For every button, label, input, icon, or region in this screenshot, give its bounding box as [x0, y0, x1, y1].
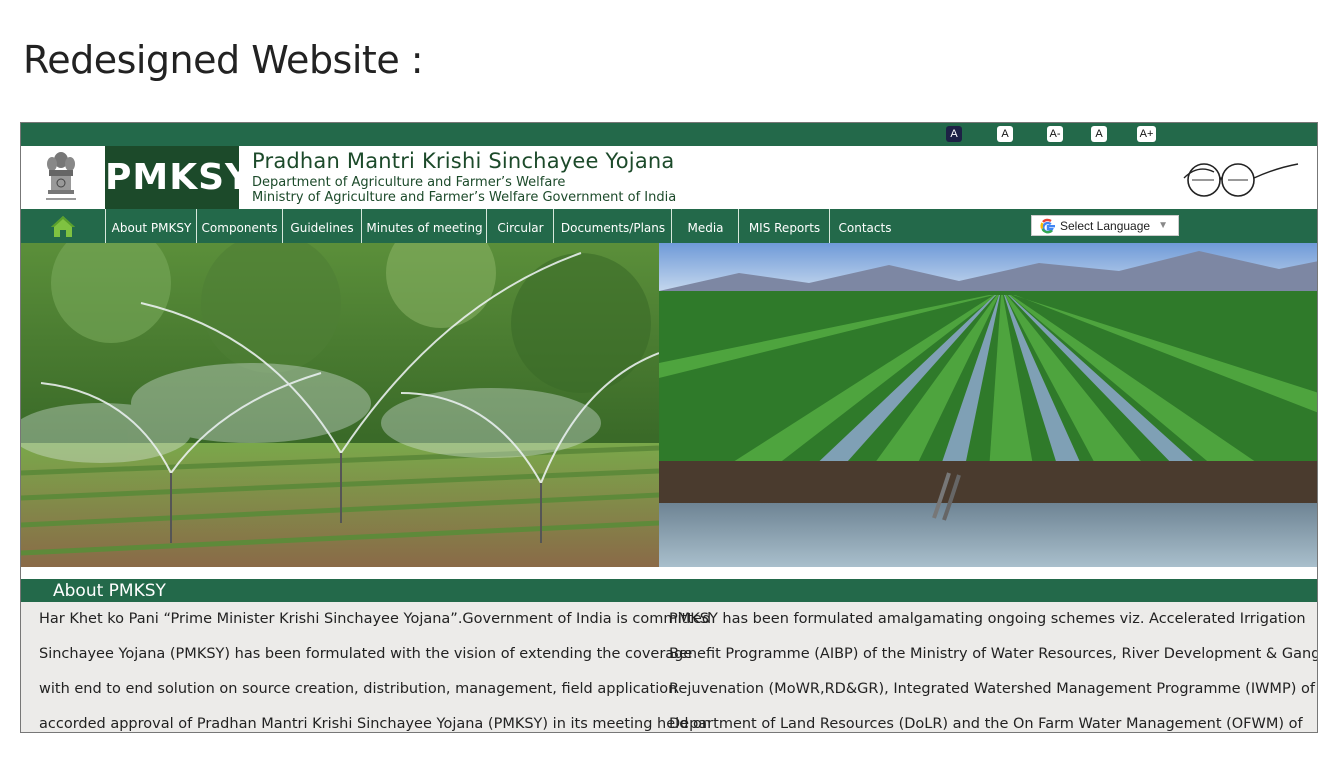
website-mockup: A A A- A A+ PMKSY Pradhan Mantri Krishi …	[20, 122, 1318, 733]
pmksy-logo[interactable]: PMKSY	[105, 146, 251, 209]
sprinkler-irrigation-image	[21, 243, 659, 567]
about-right-line: Benefit Programme (AIBP) of the Ministry…	[669, 646, 1318, 662]
about-left-line: Har Khet ko Pani “Prime Minister Krishi …	[39, 611, 712, 627]
section-spacer	[21, 567, 1317, 579]
font-decrease-button[interactable]: A-	[1047, 126, 1063, 142]
nav-guidelines[interactable]: Guidelines	[282, 209, 361, 243]
nav-documents-plans[interactable]: Documents/Plans	[553, 209, 672, 243]
site-title: Pradhan Mantri Krishi Sinchayee Yojana	[252, 149, 675, 173]
nav-media[interactable]: Media	[671, 209, 739, 243]
nav-mis-reports[interactable]: MIS Reports	[738, 209, 830, 243]
font-reset-button[interactable]: A	[1091, 126, 1107, 142]
about-left-line: Sinchayee Yojana (PMKSY) has been formul…	[39, 646, 693, 662]
about-section-header: About PMKSY	[21, 579, 1317, 602]
site-header: PMKSY Pradhan Mantri Krishi Sinchayee Yo…	[21, 146, 1317, 209]
google-icon	[1040, 218, 1055, 233]
about-left-line: accorded approval of Pradhan Mantri Kris…	[39, 716, 712, 732]
about-right-line: Rejuvenation (MoWR,RD&GR), Integrated Wa…	[669, 681, 1315, 697]
about-left-column: Har Khet ko Pani “Prime Minister Krishi …	[39, 602, 712, 732]
nav-about-pmksy[interactable]: About PMKSY	[105, 209, 197, 243]
font-increase-button[interactable]: A+	[1137, 126, 1156, 142]
about-right-column: PMKSY has been formulated amalgamating o…	[669, 602, 1318, 732]
about-section-body: Har Khet ko Pani “Prime Minister Krishi …	[21, 602, 1318, 732]
nav-contacts[interactable]: Contacts	[829, 209, 900, 243]
slide-title: Redesigned Website :	[23, 38, 424, 82]
swachh-bharat-logo	[1183, 163, 1299, 197]
about-heading: About PMKSY	[53, 581, 166, 601]
national-emblem-icon	[46, 152, 76, 200]
chevron-down-icon: ▼	[1158, 220, 1168, 231]
about-left-line: with end to end solution on source creat…	[39, 681, 678, 697]
about-right-line: Department of Land Resources (DoLR) and …	[669, 716, 1303, 732]
home-icon	[51, 216, 75, 237]
about-right-line: PMKSY has been formulated amalgamating o…	[669, 611, 1306, 627]
hero-banner	[21, 243, 1317, 567]
nav-circular[interactable]: Circular	[486, 209, 554, 243]
nav-components[interactable]: Components	[196, 209, 282, 243]
main-navigation: About PMKSY Components Guidelines Minute…	[21, 209, 1317, 243]
canal-irrigation-field-image	[659, 243, 1317, 567]
home-link[interactable]	[21, 209, 105, 243]
ministry-name: Ministry of Agriculture and Farmer’s Wel…	[252, 190, 677, 205]
accessibility-bar: A A A- A A+	[21, 123, 1317, 146]
font-size-button-contrast[interactable]: A	[946, 126, 962, 142]
department-name: Department of Agriculture and Farmer’s W…	[252, 175, 566, 190]
font-size-button-light[interactable]: A	[997, 126, 1013, 142]
language-selector[interactable]: Select Language ▼	[1031, 215, 1179, 236]
nav-minutes-of-meeting[interactable]: Minutes of meeting	[361, 209, 487, 243]
language-selector-label: Select Language	[1060, 218, 1151, 233]
